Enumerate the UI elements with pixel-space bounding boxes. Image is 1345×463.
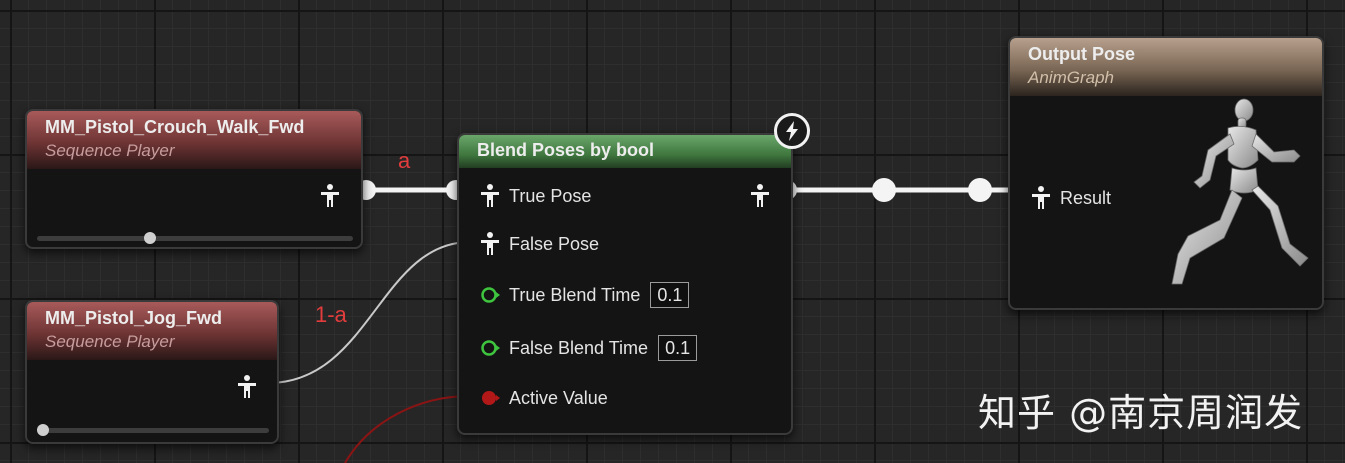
pose-pin-icon bbox=[481, 232, 499, 255]
node-sequence-player-jog[interactable]: MM_Pistol_Jog_Fwd Sequence Player bbox=[25, 300, 279, 444]
output-pose-pin[interactable] bbox=[319, 183, 341, 209]
bool-pin-icon bbox=[482, 391, 500, 405]
true-blend-time-input[interactable]: 0.1 bbox=[650, 282, 690, 308]
pin-label: False Blend Time bbox=[509, 337, 649, 358]
wire-active-value bbox=[344, 395, 471, 463]
node-blend-poses-by-bool[interactable]: Blend Poses by bool True Pose False Pose… bbox=[457, 133, 793, 435]
node-title: Blend Poses by bool bbox=[477, 140, 655, 160]
float-pin-icon bbox=[481, 287, 500, 303]
wire-reroute bbox=[968, 178, 992, 202]
pin-label: Result bbox=[1060, 187, 1112, 208]
pin-label: Active Value bbox=[509, 387, 608, 408]
active-value-pin[interactable]: Active Value bbox=[479, 385, 608, 411]
node-header: MM_Pistol_Jog_Fwd Sequence Player bbox=[27, 302, 277, 360]
pose-pin-icon bbox=[321, 184, 339, 207]
node-header: MM_Pistol_Crouch_Walk_Fwd Sequence Playe… bbox=[27, 111, 361, 169]
pose-pin-icon bbox=[751, 184, 769, 207]
wire-label-one-minus-a: 1-a bbox=[315, 302, 347, 327]
pin-label: True Blend Time bbox=[509, 284, 641, 305]
node-title: MM_Pistol_Crouch_Walk_Fwd bbox=[45, 117, 305, 137]
node-sequence-player-crouch[interactable]: MM_Pistol_Crouch_Walk_Fwd Sequence Playe… bbox=[25, 109, 363, 249]
playback-slider-track[interactable] bbox=[37, 428, 269, 433]
float-pin-icon bbox=[481, 340, 500, 356]
pose-pin-icon bbox=[1032, 186, 1050, 209]
node-subtitle: Sequence Player bbox=[45, 332, 175, 351]
pose-pin-icon bbox=[238, 375, 256, 398]
node-subtitle: Sequence Player bbox=[45, 141, 175, 160]
watermark: 知乎 @南京周润发 bbox=[978, 391, 1304, 435]
node-title: Output Pose bbox=[1028, 44, 1135, 64]
node-header: Output Pose AnimGraph bbox=[1010, 38, 1322, 96]
playback-slider-track[interactable] bbox=[37, 236, 353, 241]
wire-reroute bbox=[872, 178, 896, 202]
output-pose-pin[interactable] bbox=[236, 374, 258, 400]
true-pose-pin[interactable]: True Pose bbox=[479, 183, 591, 209]
node-output-pose[interactable]: Output Pose AnimGraph Result bbox=[1008, 36, 1324, 310]
pin-label: True Pose bbox=[509, 185, 592, 206]
false-blend-time-pin[interactable]: False Blend Time 0.1 bbox=[479, 335, 698, 361]
running-mannequin-icon bbox=[1171, 98, 1309, 285]
playback-slider-knob[interactable] bbox=[144, 232, 156, 244]
output-pose-pin[interactable] bbox=[749, 183, 771, 209]
false-pose-pin[interactable]: False Pose bbox=[479, 231, 599, 257]
true-blend-time-pin[interactable]: True Blend Time 0.1 bbox=[479, 282, 690, 308]
node-header: Blend Poses by bool bbox=[459, 135, 791, 168]
node-title: MM_Pistol_Jog_Fwd bbox=[45, 308, 223, 328]
wire-false-pose bbox=[267, 241, 471, 384]
pin-label: False Pose bbox=[509, 233, 600, 254]
playback-slider-knob[interactable] bbox=[37, 424, 49, 436]
node-subtitle: AnimGraph bbox=[1028, 68, 1114, 87]
lightning-icon bbox=[774, 113, 810, 149]
pose-pin-icon bbox=[481, 184, 499, 207]
false-blend-time-input[interactable]: 0.1 bbox=[658, 335, 698, 361]
wire-label-a: a bbox=[398, 148, 411, 173]
result-pin[interactable]: Result bbox=[1030, 185, 1111, 211]
